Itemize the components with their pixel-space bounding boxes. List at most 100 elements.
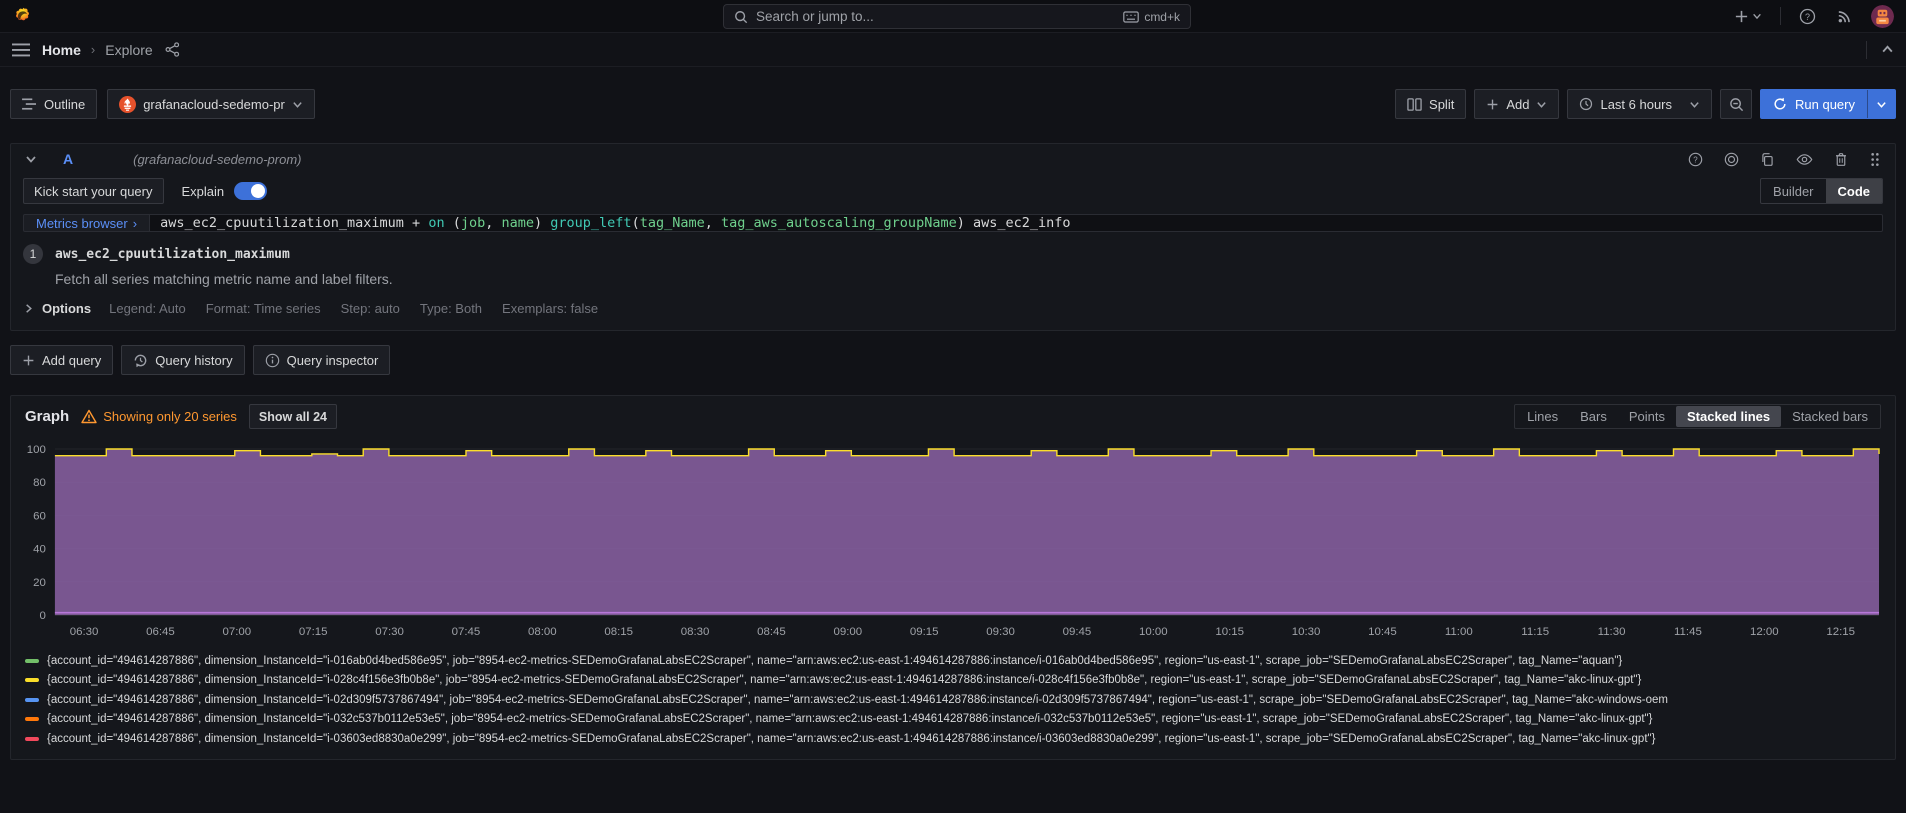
add-dropdown-button[interactable]: Add xyxy=(1474,89,1559,119)
time-range-picker[interactable]: Last 6 hours xyxy=(1567,89,1712,119)
mode-stacked-bars[interactable]: Stacked bars xyxy=(1781,406,1879,427)
split-button[interactable]: Split xyxy=(1395,89,1466,119)
svg-text:12:00: 12:00 xyxy=(1750,626,1779,638)
global-search-input[interactable]: Search or jump to... cmd+k xyxy=(723,4,1191,29)
magnifier-minus-icon xyxy=(1729,97,1744,112)
user-avatar[interactable] xyxy=(1871,5,1894,28)
option-exemplars: Exemplars: false xyxy=(502,301,598,316)
stacked-area-chart[interactable]: 02040608010006:3006:4507:0007:1507:3007:… xyxy=(13,437,1887,649)
mode-stacked-lines[interactable]: Stacked lines xyxy=(1676,406,1781,427)
mega-menu-button[interactable] xyxy=(10,41,32,59)
plus-icon xyxy=(1486,98,1499,111)
svg-text:20: 20 xyxy=(33,577,46,589)
svg-text:100: 100 xyxy=(27,444,46,456)
explain-toggle[interactable] xyxy=(234,182,267,200)
svg-text:09:00: 09:00 xyxy=(834,626,863,638)
breadcrumb-home[interactable]: Home xyxy=(42,42,81,58)
drag-query-handle[interactable] xyxy=(1867,150,1883,169)
promql-expression-input[interactable]: aws_ec2_cpuutilization_maximum + on (job… xyxy=(149,214,1883,232)
mode-bars[interactable]: Bars xyxy=(1569,406,1618,427)
mode-points[interactable]: Points xyxy=(1618,406,1676,427)
svg-text:10:00: 10:00 xyxy=(1139,626,1168,638)
series-label: {account_id="494614287886", dimension_In… xyxy=(47,655,1622,667)
svg-text:08:30: 08:30 xyxy=(681,626,710,638)
svg-text:40: 40 xyxy=(33,544,46,556)
series-color-dash xyxy=(25,698,39,702)
search-shortcut: cmd+k xyxy=(1123,10,1180,24)
chevron-down-icon xyxy=(292,99,303,110)
chevron-down-icon xyxy=(1876,99,1887,110)
run-query-split-button: Run query xyxy=(1760,89,1896,119)
search-placeholder: Search or jump to... xyxy=(756,9,1115,24)
legend-item[interactable]: {account_id="494614287886", dimension_In… xyxy=(25,690,1885,710)
mode-lines[interactable]: Lines xyxy=(1516,406,1569,427)
legend-item[interactable]: {account_id="494614287886", dimension_In… xyxy=(25,729,1885,749)
chevron-down-icon xyxy=(1536,99,1547,110)
disable-query-button[interactable] xyxy=(1722,150,1741,169)
svg-text:?: ? xyxy=(1693,155,1698,164)
svg-text:07:00: 07:00 xyxy=(223,626,252,638)
legend-item[interactable]: {account_id="494614287886", dimension_In… xyxy=(25,671,1885,691)
record-circle-icon xyxy=(1724,152,1739,167)
svg-text:07:15: 07:15 xyxy=(299,626,328,638)
legend-item[interactable]: {account_id="494614287886", dimension_In… xyxy=(25,710,1885,730)
datasource-picker[interactable]: grafanacloud-sedemo-pr xyxy=(107,89,315,119)
news-button[interactable] xyxy=(1834,6,1855,27)
svg-text:09:30: 09:30 xyxy=(986,626,1015,638)
svg-text:0: 0 xyxy=(40,610,46,622)
history-icon xyxy=(133,353,148,368)
drag-handle-icon xyxy=(1869,152,1881,167)
svg-text:?: ? xyxy=(1805,11,1810,21)
query-options-row[interactable]: Options Legend: Auto Format: Time series… xyxy=(23,301,1883,316)
info-circle-icon xyxy=(265,353,280,368)
clock-icon xyxy=(1579,97,1593,111)
new-menu-button[interactable] xyxy=(1732,7,1764,26)
breadcrumb-explore[interactable]: Explore xyxy=(105,42,152,58)
svg-text:10:30: 10:30 xyxy=(1292,626,1321,638)
chevron-down-icon xyxy=(1689,99,1700,110)
series-label: {account_id="494614287886", dimension_In… xyxy=(47,674,1641,686)
option-legend: Legend: Auto xyxy=(109,301,186,316)
builder-mode-tab[interactable]: Builder xyxy=(1761,179,1825,203)
run-query-interval-dropdown[interactable] xyxy=(1867,90,1895,118)
help-circle-icon: ? xyxy=(1688,152,1703,167)
duplicate-query-button[interactable] xyxy=(1758,150,1777,169)
refresh-icon xyxy=(1773,97,1787,111)
help-button[interactable]: ? xyxy=(1797,6,1818,27)
search-icon xyxy=(734,10,748,24)
chart-legend: {account_id="494614287886", dimension_In… xyxy=(11,649,1895,759)
query-ref-id[interactable]: A xyxy=(63,151,73,167)
option-format: Format: Time series xyxy=(206,301,321,316)
breadcrumb-separator: › xyxy=(91,42,95,57)
collapse-header-button[interactable] xyxy=(1879,41,1896,58)
query-expression: aws_ec2_cpuutilization_maximum + on (job… xyxy=(160,215,1070,231)
plus-icon xyxy=(1734,9,1749,24)
query-help-button[interactable]: ? xyxy=(1686,150,1705,169)
caret-right-icon: › xyxy=(133,216,137,231)
series-color-dash xyxy=(25,678,39,682)
graph-panel: Graph Showing only 20 series Show all 24… xyxy=(10,395,1896,760)
run-query-button[interactable]: Run query xyxy=(1761,90,1867,118)
hide-response-button[interactable] xyxy=(1794,150,1815,169)
explain-section: 1 aws_ec2_cpuutilization_maximum Fetch a… xyxy=(23,244,1883,287)
show-all-series-button[interactable]: Show all 24 xyxy=(249,404,337,429)
query-history-button[interactable]: Query history xyxy=(121,345,244,375)
svg-text:80: 80 xyxy=(33,477,46,489)
option-step: Step: auto xyxy=(341,301,400,316)
zoom-out-time-button[interactable] xyxy=(1720,89,1752,119)
add-query-button[interactable]: Add query xyxy=(10,345,113,375)
collapse-query-row-button[interactable] xyxy=(23,151,39,167)
grafana-logo-icon[interactable] xyxy=(12,6,33,27)
explain-step-number: 1 xyxy=(23,244,43,264)
kick-start-query-button[interactable]: Kick start your query xyxy=(23,178,164,204)
explain-metric-name: aws_ec2_cpuutilization_maximum xyxy=(55,247,290,262)
code-mode-tab[interactable]: Code xyxy=(1826,179,1883,203)
query-inspector-button[interactable]: Query inspector xyxy=(253,345,391,375)
svg-text:08:15: 08:15 xyxy=(604,626,633,638)
share-shortcut-button[interactable] xyxy=(163,40,182,59)
legend-item[interactable]: {account_id="494614287886", dimension_In… xyxy=(25,651,1885,671)
options-label[interactable]: Options xyxy=(42,301,91,316)
outline-button[interactable]: Outline xyxy=(10,89,97,119)
remove-query-button[interactable] xyxy=(1832,150,1850,169)
metrics-browser-button[interactable]: Metrics browser › xyxy=(23,214,149,232)
